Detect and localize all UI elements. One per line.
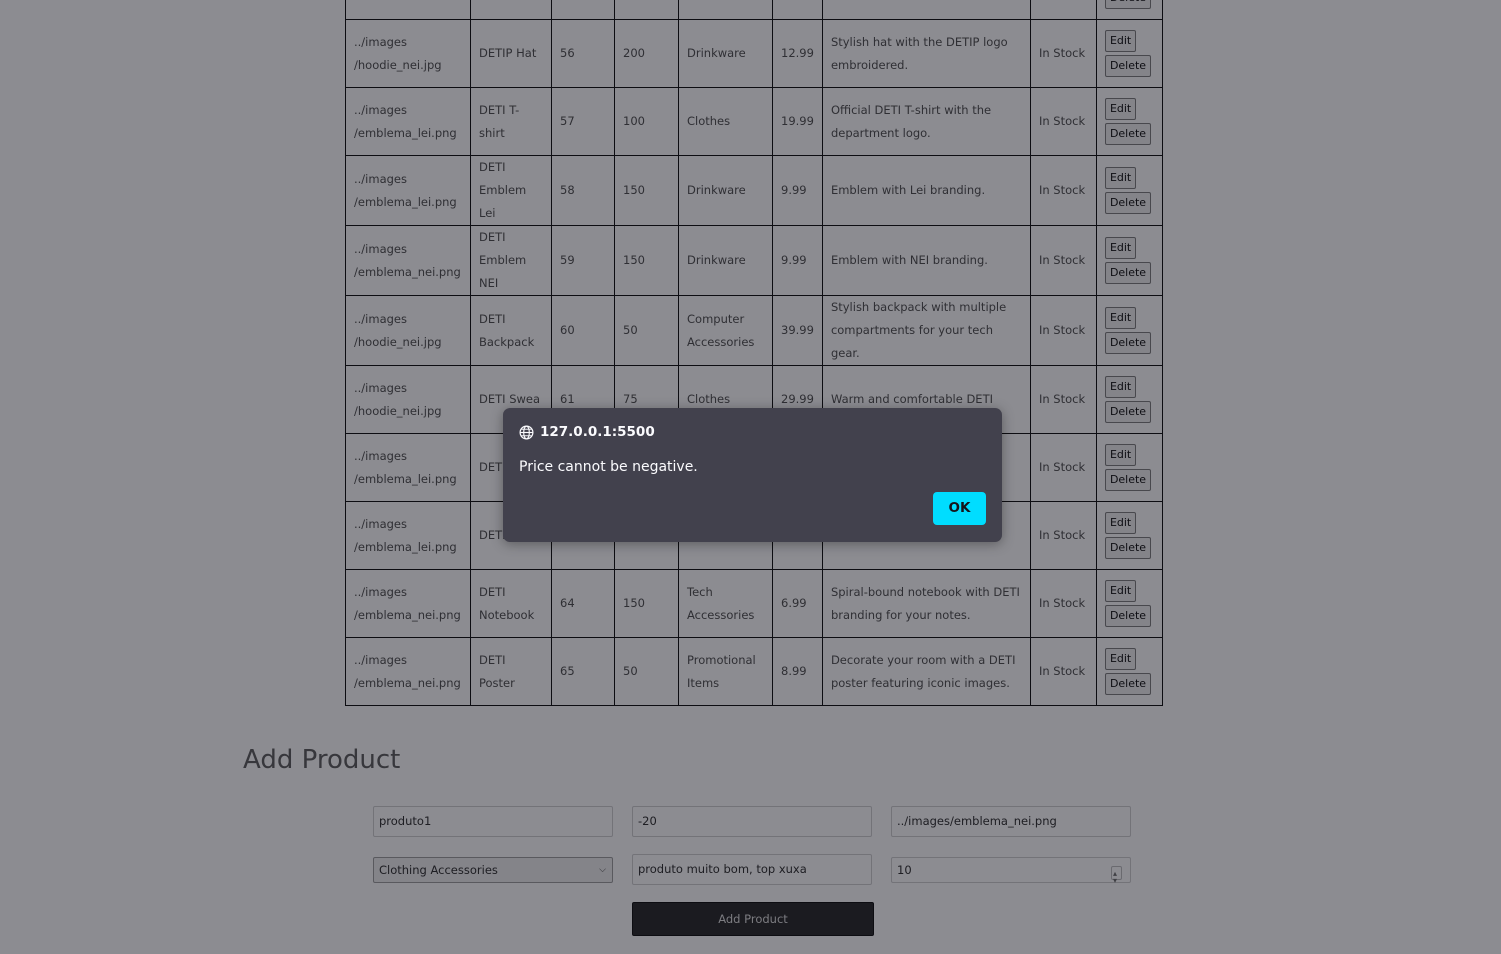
ok-button[interactable]: OK <box>933 492 986 525</box>
alert-dialog: 127.0.0.1:5500 Price cannot be negative.… <box>503 408 1002 542</box>
dialog-message: Price cannot be negative. <box>519 459 698 475</box>
dialog-origin: 127.0.0.1:5500 <box>540 424 655 440</box>
dialog-header: 127.0.0.1:5500 <box>519 424 655 440</box>
globe-icon <box>519 425 534 439</box>
